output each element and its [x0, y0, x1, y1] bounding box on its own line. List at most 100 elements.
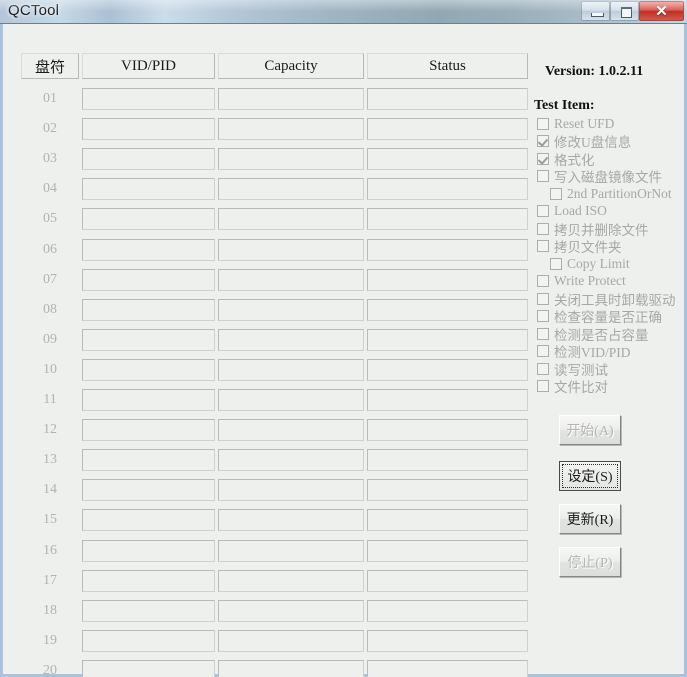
stop-button[interactable]: 停止(P)	[559, 547, 621, 577]
cell-vidpid[interactable]	[82, 479, 215, 502]
cell-status[interactable]	[367, 599, 528, 622]
cell-vidpid[interactable]	[82, 88, 215, 110]
checkbox-unchecked-icon[interactable]	[537, 275, 549, 287]
cell-capacity[interactable]	[218, 88, 364, 110]
cell-status[interactable]	[367, 479, 528, 502]
cell-status[interactable]	[367, 419, 528, 442]
maximize-button[interactable]	[610, 1, 639, 21]
cell-vidpid[interactable]	[82, 208, 215, 231]
checkbox-row[interactable]: 关闭工具时卸载驱动	[537, 290, 676, 308]
cell-status[interactable]	[367, 88, 528, 110]
cell-status[interactable]	[367, 328, 528, 351]
checkbox-unchecked-icon[interactable]	[550, 257, 562, 270]
cell-status[interactable]	[367, 358, 528, 381]
cell-status[interactable]	[367, 178, 528, 201]
cell-capacity[interactable]	[218, 539, 364, 562]
cell-capacity[interactable]	[218, 629, 364, 652]
cell-status[interactable]	[367, 389, 528, 411]
cell-status[interactable]	[367, 298, 528, 321]
checkbox-unchecked-icon[interactable]	[537, 380, 549, 392]
checkbox-checked-icon[interactable]	[537, 152, 549, 165]
cell-status[interactable]	[367, 629, 528, 652]
cell-vidpid[interactable]	[82, 238, 215, 261]
cell-vidpid[interactable]	[82, 298, 215, 321]
column-header-vidpid[interactable]: VID/PID	[82, 53, 215, 79]
checkbox-row[interactable]: 检查容量是否正确	[537, 308, 662, 325]
checkbox-unchecked-icon[interactable]	[537, 292, 549, 305]
cell-status[interactable]	[367, 268, 528, 291]
checkbox-row[interactable]: Reset UFD	[537, 115, 614, 132]
close-button[interactable]: ✕	[639, 1, 684, 21]
cell-vidpid[interactable]	[82, 419, 215, 442]
cell-vidpid[interactable]	[82, 599, 215, 622]
cell-vidpid[interactable]	[82, 539, 215, 562]
checkbox-row[interactable]: Write Protect	[537, 273, 626, 290]
checkbox-row[interactable]: 拷贝并删除文件	[537, 220, 649, 238]
cell-capacity[interactable]	[218, 509, 364, 532]
cell-capacity[interactable]	[218, 569, 364, 592]
checkbox-row[interactable]: 检测是否占容量	[537, 325, 649, 343]
checkbox-row[interactable]: 修改U盘信息	[537, 133, 631, 150]
cell-status[interactable]	[367, 539, 528, 562]
cell-capacity[interactable]	[218, 419, 364, 442]
cell-vidpid[interactable]	[82, 148, 215, 171]
start-button[interactable]: 开始(A)	[559, 415, 621, 445]
checkbox-unchecked-icon[interactable]	[537, 327, 549, 340]
settings-button[interactable]: 设定(S)	[559, 461, 621, 491]
cell-capacity[interactable]	[218, 659, 364, 677]
cell-capacity[interactable]	[218, 479, 364, 502]
cell-vidpid[interactable]	[82, 509, 215, 532]
cell-vidpid[interactable]	[82, 268, 215, 291]
cell-capacity[interactable]	[218, 449, 364, 472]
minimize-button[interactable]	[581, 1, 610, 21]
update-button[interactable]: 更新(R)	[559, 504, 621, 534]
cell-status[interactable]	[367, 659, 528, 677]
cell-capacity[interactable]	[218, 118, 364, 141]
checkbox-unchecked-icon[interactable]	[550, 187, 562, 200]
column-header-capacity[interactable]: Capacity	[218, 53, 364, 79]
cell-vidpid[interactable]	[82, 328, 215, 351]
cell-capacity[interactable]	[218, 389, 364, 411]
cell-status[interactable]	[367, 118, 528, 141]
checkbox-row[interactable]: 格式化	[537, 150, 595, 168]
cell-capacity[interactable]	[218, 178, 364, 201]
cell-capacity[interactable]	[218, 148, 364, 171]
cell-status[interactable]	[367, 509, 528, 532]
cell-capacity[interactable]	[218, 208, 364, 231]
cell-vidpid[interactable]	[82, 569, 215, 592]
cell-capacity[interactable]	[218, 599, 364, 622]
checkbox-row[interactable]: 拷贝文件夹	[537, 238, 622, 255]
cell-vidpid[interactable]	[82, 629, 215, 652]
checkbox-row[interactable]: Copy Limit	[550, 255, 630, 272]
cell-status[interactable]	[367, 208, 528, 231]
checkbox-row[interactable]: 读写测试	[537, 360, 608, 378]
column-header-drive[interactable]: 盘符	[21, 53, 79, 79]
cell-vidpid[interactable]	[82, 449, 215, 472]
checkbox-unchecked-icon[interactable]	[537, 310, 549, 322]
checkbox-unchecked-icon[interactable]	[537, 222, 549, 235]
cell-capacity[interactable]	[218, 298, 364, 321]
cell-status[interactable]	[367, 148, 528, 171]
cell-status[interactable]	[367, 449, 528, 472]
checkbox-unchecked-icon[interactable]	[537, 117, 549, 130]
cell-capacity[interactable]	[218, 268, 364, 291]
checkbox-row[interactable]: 检测VID/PID	[537, 343, 631, 360]
cell-vidpid[interactable]	[82, 389, 215, 411]
cell-capacity[interactable]	[218, 358, 364, 381]
cell-capacity[interactable]	[218, 238, 364, 261]
cell-vidpid[interactable]	[82, 118, 215, 141]
checkbox-unchecked-icon[interactable]	[537, 240, 549, 252]
cell-vidpid[interactable]	[82, 358, 215, 381]
checkbox-unchecked-icon[interactable]	[537, 345, 549, 357]
cell-vidpid[interactable]	[82, 178, 215, 201]
checkbox-row[interactable]: 文件比对	[537, 378, 608, 395]
checkbox-unchecked-icon[interactable]	[537, 170, 549, 182]
cell-status[interactable]	[367, 569, 528, 592]
checkbox-unchecked-icon[interactable]	[537, 362, 549, 375]
cell-status[interactable]	[367, 238, 528, 261]
checkbox-row[interactable]: 写入磁盘镜像文件	[537, 168, 662, 185]
cell-vidpid[interactable]	[82, 659, 215, 677]
checkbox-row[interactable]: Load ISO	[537, 203, 607, 220]
checkbox-checked-icon[interactable]	[537, 135, 549, 147]
checkbox-row[interactable]: 2nd PartitionOrNot	[550, 185, 672, 202]
